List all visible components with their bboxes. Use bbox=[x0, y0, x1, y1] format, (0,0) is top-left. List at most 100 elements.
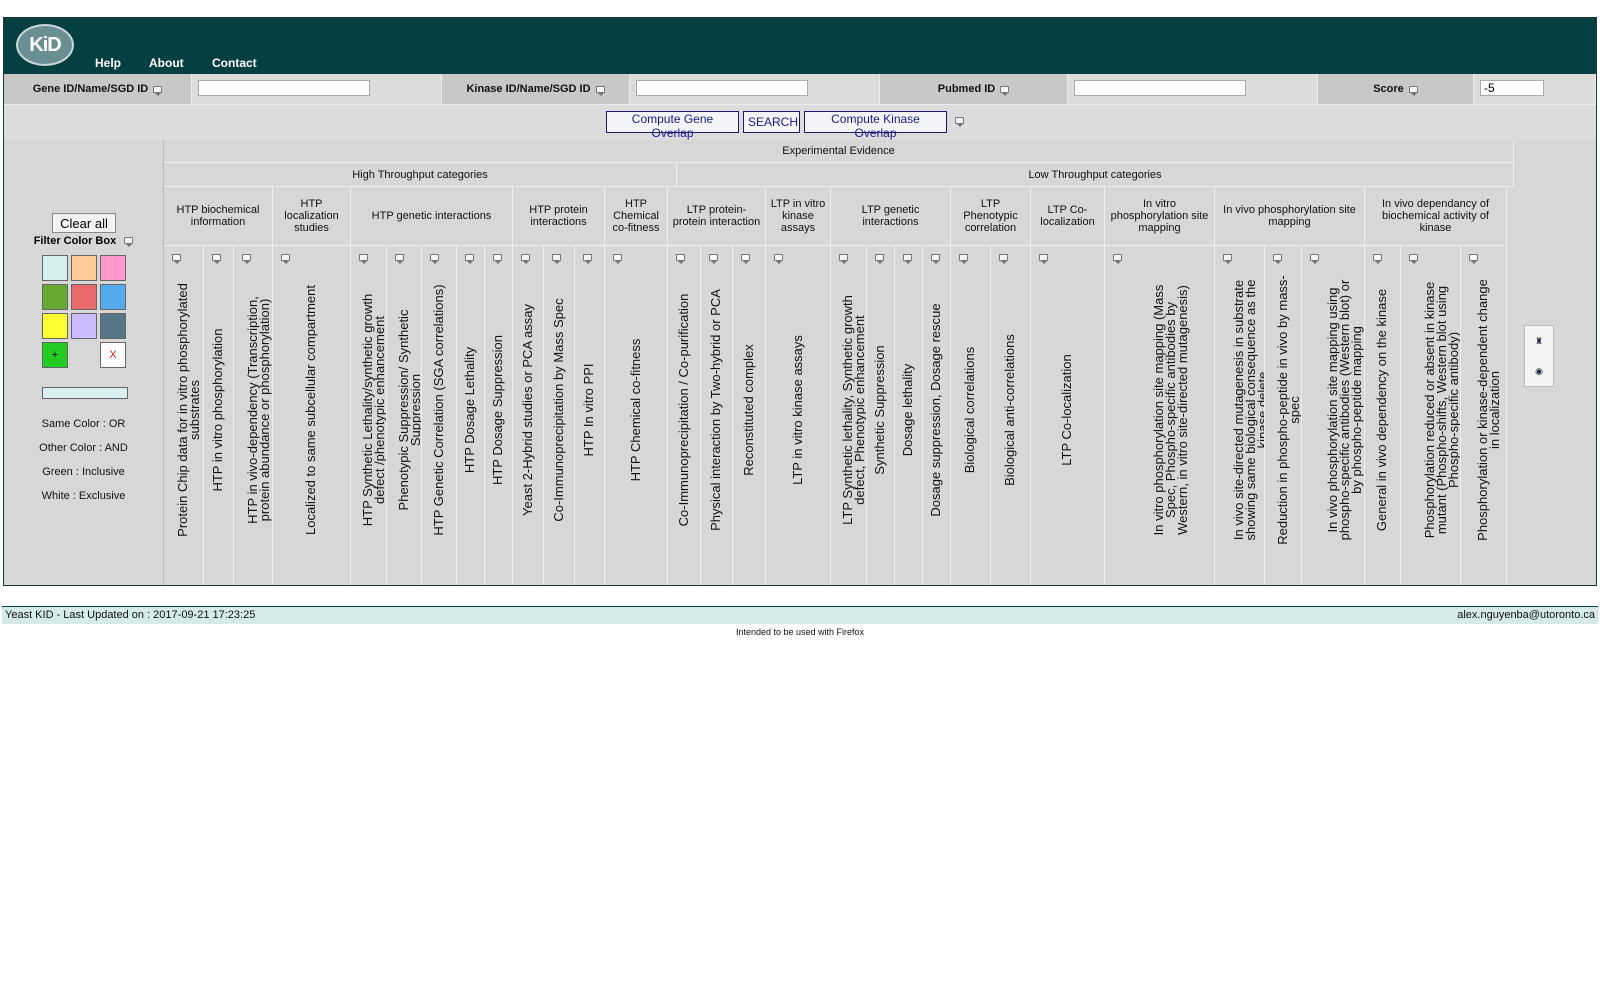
help-tooltip-icon[interactable] bbox=[1409, 254, 1418, 264]
color-swatch-3[interactable] bbox=[100, 255, 126, 281]
nav-contact[interactable]: Contact bbox=[212, 56, 257, 70]
compute-kinase-overlap-button[interactable]: Compute Kinase Overlap bbox=[804, 111, 947, 140]
help-tooltip-icon[interactable] bbox=[741, 254, 750, 264]
help-tooltip-icon[interactable] bbox=[430, 254, 439, 264]
help-tooltip-icon[interactable] bbox=[124, 237, 134, 247]
help-tooltip-icon[interactable] bbox=[583, 254, 592, 264]
evidence-column-label: LTP Synthetic lethality, Synthetic growt… bbox=[840, 295, 867, 525]
help-tooltip-icon[interactable] bbox=[465, 254, 474, 264]
color-swatch-10[interactable]: + bbox=[42, 342, 68, 368]
evidence-column[interactable]: Biological anti-correlations bbox=[991, 246, 1031, 585]
nav-help[interactable]: Help bbox=[95, 56, 121, 70]
evidence-column[interactable]: Dosage suppression, Dosage rescue bbox=[923, 246, 951, 585]
help-tooltip-icon[interactable] bbox=[613, 254, 622, 264]
htp-categories-header: High Throughput categories bbox=[164, 163, 677, 187]
help-tooltip-icon[interactable] bbox=[172, 254, 181, 264]
evidence-column[interactable]: Reduction in phospho-peptide in vivo by … bbox=[1265, 246, 1302, 585]
evidence-column[interactable]: General in vivo dependency on the kinase bbox=[1365, 246, 1401, 585]
evidence-column[interactable]: Dosage lethality bbox=[895, 246, 923, 585]
help-tooltip-icon[interactable] bbox=[903, 254, 912, 264]
evidence-column-label: Phenotypic Suppression/ Synthetic Suppre… bbox=[395, 309, 422, 511]
evidence-column[interactable]: HTP Chemical co-fitness bbox=[605, 246, 668, 585]
help-tooltip-icon[interactable] bbox=[552, 254, 561, 264]
help-tooltip-icon[interactable] bbox=[709, 254, 718, 264]
help-tooltip-icon[interactable] bbox=[955, 117, 964, 127]
evidence-column[interactable]: HTP Dosage Lethality bbox=[457, 246, 485, 585]
help-tooltip-icon[interactable] bbox=[281, 254, 290, 264]
help-tooltip-icon[interactable] bbox=[931, 254, 940, 264]
color-swatch-5[interactable] bbox=[71, 284, 97, 310]
evidence-column[interactable]: Localized to same subcellular compartmen… bbox=[273, 246, 351, 585]
help-tooltip-icon[interactable] bbox=[839, 254, 848, 264]
help-tooltip-icon[interactable] bbox=[521, 254, 530, 264]
group-header: LTP genetic interactions bbox=[831, 187, 951, 246]
evidence-column[interactable]: HTP in vitro phosphorylation bbox=[204, 246, 234, 585]
evidence-column-label: Co-Immunoprecipitation by Mass Spec bbox=[550, 298, 566, 522]
help-tooltip-icon[interactable] bbox=[1469, 254, 1478, 264]
kinase-input[interactable] bbox=[636, 80, 808, 96]
evidence-column[interactable]: In vivo site-directed mutagenesis in sub… bbox=[1215, 246, 1265, 585]
evidence-column[interactable]: Protein Chip data for in vitro phosphory… bbox=[164, 246, 204, 585]
help-tooltip-icon[interactable] bbox=[1310, 254, 1319, 264]
evidence-column[interactable]: HTP Dosage Suppression bbox=[485, 246, 513, 585]
evidence-column[interactable]: Co-Immunoprecipitation by Mass Spec bbox=[544, 246, 575, 585]
evidence-column[interactable]: Synthetic Suppression bbox=[867, 246, 895, 585]
help-tooltip-icon[interactable] bbox=[774, 254, 783, 264]
help-tooltip-icon[interactable] bbox=[153, 85, 163, 96]
color-swatch-9[interactable] bbox=[100, 313, 126, 339]
color-swatch-7[interactable] bbox=[42, 313, 68, 339]
kid-logo[interactable]: KiD bbox=[16, 24, 74, 66]
color-swatch-6[interactable] bbox=[100, 284, 126, 310]
help-tooltip-icon[interactable] bbox=[359, 254, 368, 264]
score-input[interactable] bbox=[1480, 80, 1544, 96]
color-swatch-4[interactable] bbox=[42, 284, 68, 310]
evidence-column[interactable]: LTP Synthetic lethality, Synthetic growt… bbox=[831, 246, 867, 585]
gene-input[interactable] bbox=[198, 80, 370, 96]
evidence-column[interactable]: HTP Genetic Correlation (SGA correlation… bbox=[422, 246, 457, 585]
help-tooltip-icon[interactable] bbox=[676, 254, 685, 264]
help-tooltip-icon[interactable] bbox=[959, 254, 968, 264]
help-tooltip-icon[interactable] bbox=[999, 254, 1008, 264]
evidence-column[interactable]: HTP In vitro PPI bbox=[575, 246, 605, 585]
help-tooltip-icon[interactable] bbox=[1113, 254, 1122, 264]
evidence-column-label: HTP Synthetic Lethality/synthetic growth… bbox=[360, 293, 387, 527]
color-swatch-12[interactable]: X bbox=[100, 342, 126, 368]
evidence-column[interactable]: LTP in vitro kinase assays bbox=[766, 246, 831, 585]
evidence-column[interactable]: In vivo phosphorylation site mapping usi… bbox=[1302, 246, 1365, 585]
help-tooltip-icon[interactable] bbox=[1000, 85, 1010, 96]
evidence-column[interactable]: Reconstituted complex bbox=[733, 246, 766, 585]
help-tooltip-icon[interactable] bbox=[212, 254, 221, 264]
evidence-column[interactable]: Physical interaction by Two-hybrid or PC… bbox=[701, 246, 733, 585]
nav-about[interactable]: About bbox=[149, 56, 184, 70]
help-tooltip-icon[interactable] bbox=[493, 254, 502, 264]
pubmed-input[interactable] bbox=[1074, 80, 1246, 96]
evidence-column[interactable]: Phenotypic Suppression/ Synthetic Suppre… bbox=[387, 246, 422, 585]
help-tooltip-icon[interactable] bbox=[595, 85, 605, 96]
color-swatch-8[interactable] bbox=[71, 313, 97, 339]
group-header: LTP Co-localization bbox=[1031, 187, 1105, 246]
color-swatch-2[interactable] bbox=[71, 255, 97, 281]
help-tooltip-icon[interactable] bbox=[875, 254, 884, 264]
help-tooltip-icon[interactable] bbox=[1408, 85, 1418, 96]
clear-all-button[interactable]: Clear all bbox=[52, 213, 116, 233]
color-swatch-1[interactable] bbox=[42, 255, 68, 281]
help-tooltip-icon[interactable] bbox=[395, 254, 404, 264]
evidence-column[interactable]: Co-Immunoprecipitation / Co-purification bbox=[668, 246, 701, 585]
search-button[interactable]: SEARCH bbox=[743, 111, 800, 133]
evidence-column[interactable]: Phosphorylation reduced or absent in kin… bbox=[1401, 246, 1461, 585]
contact-email[interactable]: alex.nguyenba@utoronto.ca bbox=[1457, 609, 1595, 621]
help-tooltip-icon[interactable] bbox=[1373, 254, 1382, 264]
experimental-evidence-header: Experimental Evidence bbox=[164, 140, 1514, 163]
help-tooltip-icon[interactable] bbox=[242, 254, 251, 264]
evidence-column[interactable]: In vitro phosphorylation site mapping (M… bbox=[1105, 246, 1215, 585]
evidence-column[interactable]: Yeast 2-Hybrid studies or PCA assay bbox=[513, 246, 544, 585]
evidence-column[interactable]: HTP Synthetic Lethality/synthetic growth… bbox=[351, 246, 387, 585]
help-tooltip-icon[interactable] bbox=[1039, 254, 1048, 264]
compute-gene-overlap-button[interactable]: Compute Gene Overlap bbox=[606, 111, 739, 140]
evidence-column[interactable]: LTP Co-localization bbox=[1031, 246, 1105, 585]
evidence-column[interactable]: HTP in vivo-dependency (Transcription, p… bbox=[234, 246, 273, 585]
help-tooltip-icon[interactable] bbox=[1223, 254, 1232, 264]
help-tooltip-icon[interactable] bbox=[1273, 254, 1282, 264]
evidence-column[interactable]: Biological correlations bbox=[951, 246, 991, 585]
evidence-column[interactable]: Phosphorylation or kinase-dependent chan… bbox=[1461, 246, 1507, 585]
